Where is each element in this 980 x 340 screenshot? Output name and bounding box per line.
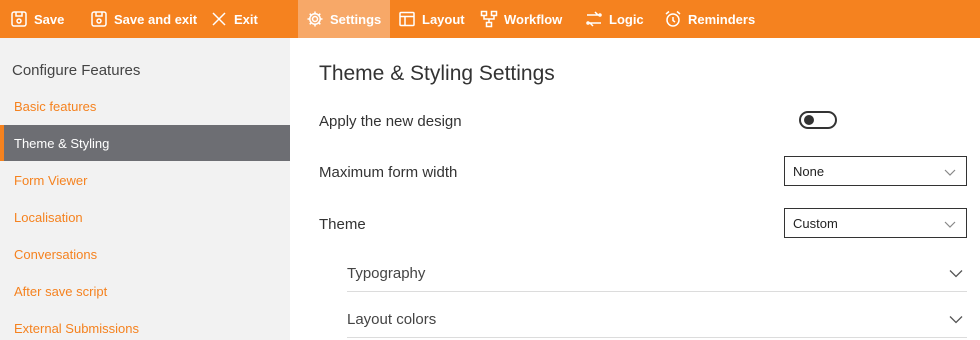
accordion-typography-label: Typography [347,265,426,282]
logic-icon [586,11,602,27]
sidebar-item-external-submissions[interactable]: External Submissions [0,310,290,340]
gear-icon [307,11,323,27]
toggle-knob [804,115,814,125]
sidebar-item-basic-features[interactable]: Basic features [0,88,290,124]
sidebar-item-label: Conversations [14,246,98,262]
sidebar-item-conversations[interactable]: Conversations [0,236,290,272]
tab-workflow-label: Workflow [504,11,563,27]
sidebar-item-label: Basic features [14,98,97,114]
main-content: Theme & Styling Settings Apply the new d… [290,38,980,340]
chevron-down-icon [944,169,956,176]
sidebar-item-label: After save script [14,283,108,299]
sidebar: Configure Features Basic features Theme … [0,38,290,340]
save-label: Save [34,11,65,27]
accordion-layout-colors-label: Layout colors [347,311,437,328]
save-icon [91,11,107,27]
sidebar-item-form-viewer[interactable]: Form Viewer [0,162,290,198]
tab-workflow[interactable]: Workflow [480,0,562,38]
max-form-width-value: None [793,163,825,179]
save-and-exit-label: Save and exit [114,11,198,27]
sidebar-item-label: Theme & Styling [14,135,110,151]
page-title: Theme & Styling Settings [319,62,555,85]
tab-logic[interactable]: Logic [585,0,644,38]
tab-reminders[interactable]: Reminders [664,0,755,38]
sidebar-item-theme-styling[interactable]: Theme & Styling [0,125,290,161]
accordion-layout-colors[interactable]: Layout colors [347,298,967,338]
save-button[interactable]: Save [10,0,64,38]
tab-reminders-label: Reminders [688,11,756,27]
theme-value: Custom [793,215,838,231]
sidebar-item-label: External Submissions [14,320,139,336]
close-icon [212,12,226,26]
save-icon [11,11,27,27]
tab-settings-label: Settings [330,11,382,27]
sidebar-item-label: Localisation [14,209,83,225]
max-form-width-label: Maximum form width [319,164,458,181]
save-and-exit-button[interactable]: Save and exit [90,0,197,38]
tab-layout-label: Layout [422,11,465,27]
layout-icon [399,11,415,27]
chevron-down-icon [949,270,963,278]
apply-design-toggle[interactable] [799,111,837,129]
tab-layout[interactable]: Layout [398,0,465,38]
workflow-icon [480,10,498,28]
chevron-down-icon [949,316,963,324]
tab-logic-label: Logic [609,11,644,27]
theme-label: Theme [319,216,366,233]
chevron-down-icon [944,221,956,228]
alarm-clock-icon [665,10,681,27]
exit-button[interactable]: Exit [210,0,258,38]
sidebar-item-after-save-script[interactable]: After save script [0,273,290,309]
top-toolbar: Save Save and exit Exit Settings Layout … [0,0,980,38]
sidebar-item-localisation[interactable]: Localisation [0,199,290,235]
max-form-width-select[interactable]: None [784,156,967,186]
apply-design-label: Apply the new design [319,113,462,130]
exit-label: Exit [234,11,258,27]
sidebar-item-label: Form Viewer [14,172,88,188]
tab-settings[interactable]: Settings [298,0,390,38]
accordion-typography[interactable]: Typography [347,252,967,292]
theme-select[interactable]: Custom [784,208,967,238]
sidebar-title: Configure Features [12,62,141,79]
